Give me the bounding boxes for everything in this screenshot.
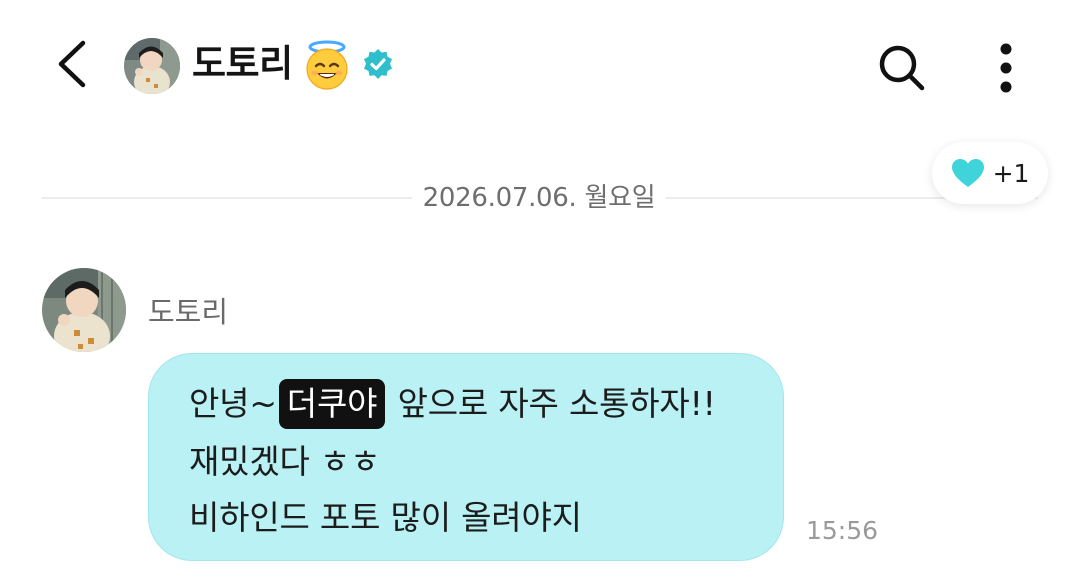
chat-title: 도토리 xyxy=(192,42,293,85)
chat-header: 도토리 xyxy=(0,0,1080,130)
message-line: 안녕~ 더쿠야 앞으로 자주 소통하자!! xyxy=(189,378,716,429)
message-timestamp: 15:56 xyxy=(806,516,879,545)
chat-screen: 도토리 2026.07.06. 월요일 +1 도토리 안녕~ 더쿠야 앞으로 자… xyxy=(0,0,1080,579)
chevron-left-icon xyxy=(58,40,86,88)
back-button[interactable] xyxy=(44,34,100,94)
header-avatar[interactable] xyxy=(124,38,180,94)
verified-badge-icon xyxy=(362,48,394,80)
message-line: 비하인드 포토 많이 올려야지 xyxy=(189,498,582,537)
sender-avatar[interactable] xyxy=(42,268,126,352)
avatar-photo xyxy=(42,268,126,352)
search-icon xyxy=(879,45,925,91)
date-label: 2026.07.06. 월요일 xyxy=(422,183,656,213)
divider-line xyxy=(42,197,412,199)
search-button[interactable] xyxy=(870,36,934,100)
heart-icon xyxy=(951,158,985,188)
angel-emoji-icon xyxy=(300,38,354,92)
message-text: 앞으로 자주 소통하자!! xyxy=(397,384,716,423)
avatar-photo xyxy=(124,38,180,94)
message-text: 안녕~ xyxy=(189,384,277,423)
more-vertical-icon xyxy=(1000,43,1012,93)
more-options-button[interactable] xyxy=(980,36,1032,100)
reaction-button[interactable]: +1 xyxy=(932,142,1048,204)
nickname-tag: 더쿠야 xyxy=(278,378,386,429)
sender-name: 도토리 xyxy=(148,295,229,329)
message-line: 재밌겠다 ㅎㅎ xyxy=(189,442,381,481)
reaction-count: +1 xyxy=(992,158,1030,188)
message-bubble[interactable]: 안녕~ 더쿠야 앞으로 자주 소통하자!! 재밌겠다 ㅎㅎ 비하인드 포토 많이 … xyxy=(148,353,784,561)
date-divider: 2026.07.06. 월요일 xyxy=(42,178,1038,218)
